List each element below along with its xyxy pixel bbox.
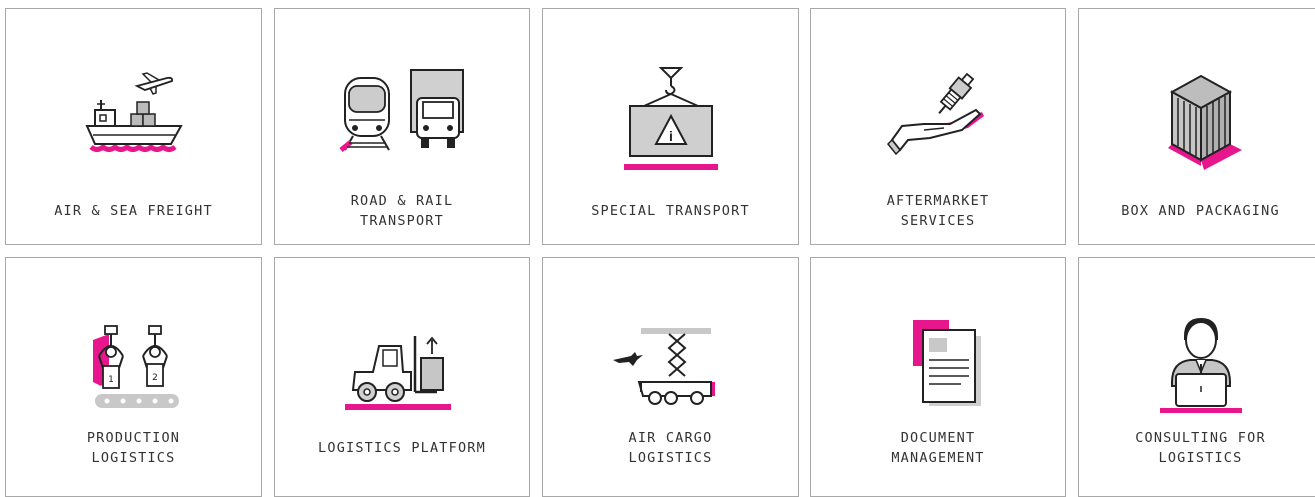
- forklift-icon: [275, 316, 529, 431]
- tile-box-and-packaging[interactable]: BOX AND PACKAGING: [1078, 8, 1315, 245]
- document-icon: [811, 316, 1065, 431]
- tile-label: CONSULTING FOR LOGISTICS: [1135, 430, 1266, 466]
- tile-label: ROAD & RAIL TRANSPORT: [350, 193, 454, 229]
- tile-label: AIR & SEA FREIGHT: [54, 203, 213, 219]
- consultant-laptop-icon: [1079, 316, 1315, 431]
- tile-air-sea-freight[interactable]: AIR & SEA FREIGHT: [5, 8, 262, 245]
- tile-label: BOX AND PACKAGING: [1121, 203, 1280, 219]
- tile-label: AFTERMARKET SERVICES: [886, 193, 990, 229]
- robot-conveyor-icon: 1 2: [6, 316, 261, 431]
- tile-logistics-platform[interactable]: LOGISTICS PLATFORM: [274, 257, 530, 497]
- tile-consulting-for-logistics[interactable]: CONSULTING FOR LOGISTICS: [1078, 257, 1315, 497]
- train-truck-icon: [275, 64, 529, 179]
- tile-air-cargo-logistics[interactable]: AIR CARGO LOGISTICS: [542, 257, 799, 497]
- tile-label: SPECIAL TRANSPORT: [591, 203, 750, 219]
- svg-text:2: 2: [152, 373, 158, 383]
- crane-hazard-crate-icon: i: [543, 64, 798, 179]
- tile-label: LOGISTICS PLATFORM: [318, 440, 486, 456]
- tile-label: AIR CARGO LOGISTICS: [628, 430, 713, 466]
- tile-label: DOCUMENT MANAGEMENT: [891, 430, 985, 466]
- tile-special-transport[interactable]: i SPECIAL TRANSPORT: [542, 8, 799, 245]
- tile-aftermarket-services[interactable]: AFTERMARKET SERVICES: [810, 8, 1066, 245]
- svg-text:i: i: [669, 128, 673, 144]
- tile-production-logistics[interactable]: 1 2 PRODUCTION LOGISTICS: [5, 257, 262, 497]
- tile-document-management[interactable]: DOCUMENT MANAGEMENT: [810, 257, 1066, 497]
- svg-text:1: 1: [108, 375, 114, 385]
- hand-spark-plug-icon: [811, 64, 1065, 179]
- tile-label: PRODUCTION LOGISTICS: [86, 430, 181, 466]
- container-box-icon: [1079, 64, 1315, 179]
- ship-plane-icon: [6, 64, 261, 179]
- tile-road-rail-transport[interactable]: ROAD & RAIL TRANSPORT: [274, 8, 530, 245]
- scissor-lift-plane-icon: [543, 316, 798, 431]
